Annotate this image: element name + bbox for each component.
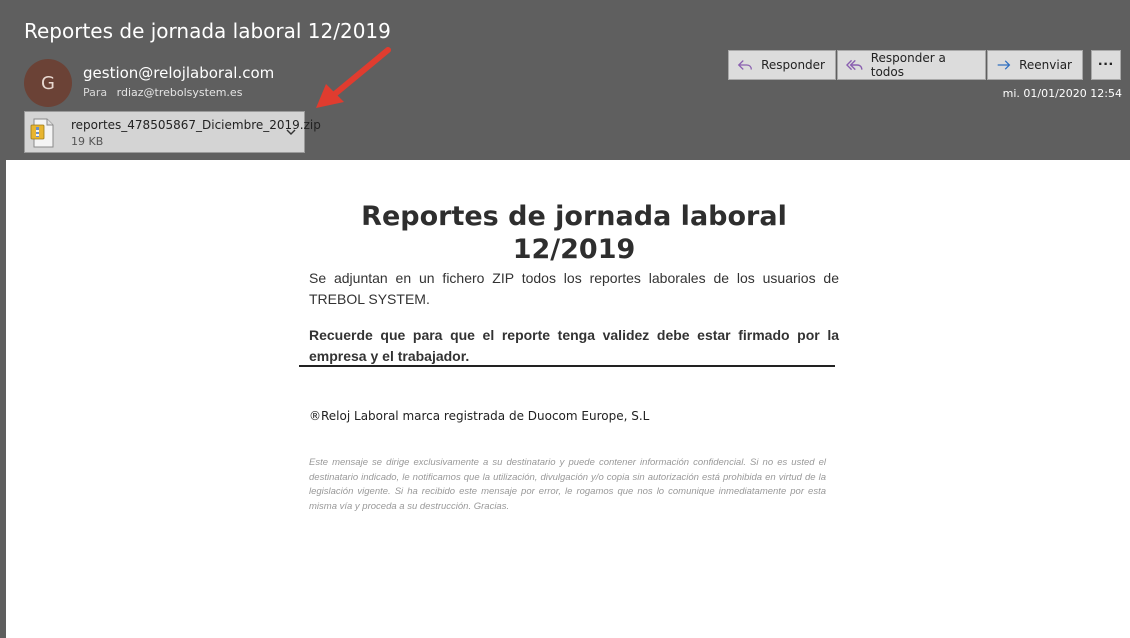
forward-label: Reenviar bbox=[1019, 58, 1072, 72]
reply-icon bbox=[737, 60, 752, 70]
recipient-address[interactable]: rdiaz@trebolsystem.es bbox=[117, 86, 243, 99]
to-label: Para bbox=[83, 86, 108, 99]
reply-all-label: Responder a todos bbox=[870, 51, 946, 79]
attachment-card[interactable]: reportes_478505867_Diciembre_2019.zip 19… bbox=[24, 111, 321, 153]
sender-avatar[interactable]: G bbox=[24, 59, 72, 107]
message-title: Reportes de jornada laboral 12/2019 bbox=[361, 201, 787, 265]
reply-all-icon bbox=[846, 59, 863, 71]
chevron-down-icon[interactable] bbox=[283, 124, 299, 140]
message-date: mi. 01/01/2020 12:54 bbox=[1002, 87, 1122, 100]
message-header: Reportes de jornada laboral 12/2019 G ge… bbox=[0, 0, 1130, 160]
trademark-text: ®Reloj Laboral marca registrada de Duoco… bbox=[309, 409, 650, 423]
sender-address[interactable]: gestion@relojlaboral.com bbox=[83, 64, 274, 82]
message-content: Reportes de jornada laboral 12/2019 Se a… bbox=[299, 200, 839, 512]
reply-label: Responder bbox=[761, 58, 825, 72]
annotation-arrow-icon bbox=[316, 47, 391, 108]
disclaimer-text: Este mensaje se dirige exclusivamente a … bbox=[309, 457, 826, 512]
reply-button[interactable]: Responder bbox=[728, 50, 836, 80]
message-notice: Recuerde que para que el reporte tenga v… bbox=[309, 327, 839, 364]
more-actions-button[interactable]: ··· bbox=[1091, 50, 1121, 80]
message-actions-toolbar: Responder Responder a todos Reenviar bbox=[728, 50, 1084, 80]
forward-button[interactable]: Reenviar bbox=[987, 50, 1083, 80]
divider bbox=[299, 365, 835, 367]
zip-file-icon bbox=[30, 118, 54, 148]
message-body: Reportes de jornada laboral 12/2019 Se a… bbox=[6, 160, 1130, 638]
message-intro: Se adjuntan en un fichero ZIP todos los … bbox=[309, 270, 839, 307]
attachment-size: 19 KB bbox=[71, 135, 104, 148]
forward-icon bbox=[997, 60, 1011, 70]
recipient-line: Para rdiaz@trebolsystem.es bbox=[83, 86, 242, 99]
reply-all-button[interactable]: Responder a todos bbox=[837, 50, 986, 80]
